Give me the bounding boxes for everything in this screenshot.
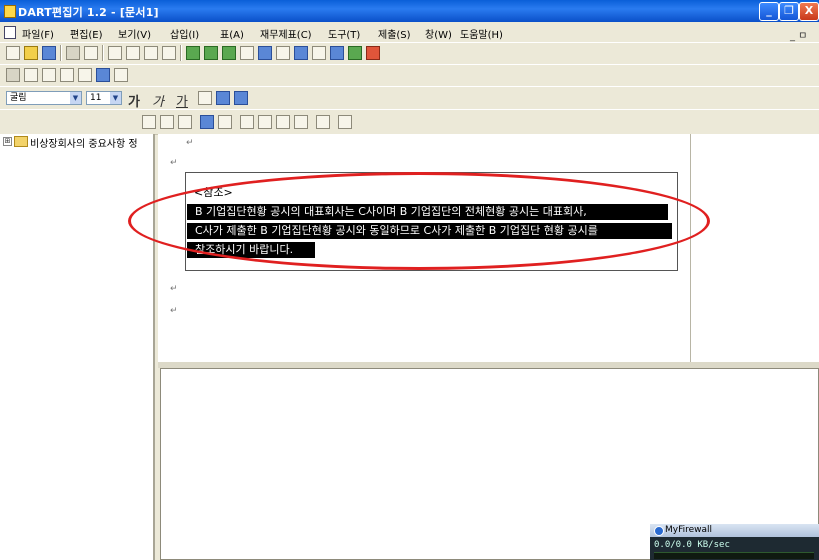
firewall-widget[interactable]: MyFirewall 0.0/0.0 KB/sec (650, 524, 819, 560)
restore-button[interactable]: ❐ (779, 2, 799, 21)
firewall-speed: 0.0/0.0 KB/sec (654, 540, 730, 550)
align-left-icon[interactable] (240, 115, 254, 129)
frame-icon[interactable] (204, 46, 218, 60)
color-icon[interactable] (198, 91, 212, 105)
menu-submit[interactable]: 제출(S) (378, 26, 411, 41)
minimize-button[interactable]: _ (759, 2, 779, 21)
border-icon[interactable] (316, 115, 330, 129)
align-center-icon[interactable] (258, 115, 272, 129)
toolbar-separator (60, 45, 62, 61)
font-select[interactable]: 굴림 ▼ (6, 91, 82, 105)
standard-toolbar (0, 42, 819, 65)
merge-cells-icon[interactable] (200, 115, 214, 129)
italic-button[interactable]: 가 (152, 91, 164, 110)
list-indent-icon[interactable] (216, 91, 230, 105)
delete-column-icon[interactable] (178, 115, 192, 129)
toolbar-separator (102, 45, 104, 61)
layout-icon[interactable] (186, 46, 200, 60)
menu-tools[interactable]: 도구(T) (328, 26, 360, 41)
bracket-icon[interactable] (60, 68, 74, 82)
find-icon[interactable] (276, 46, 290, 60)
menu-file[interactable]: 파일(F) (22, 26, 54, 41)
draw-icon[interactable] (6, 68, 20, 82)
size-select[interactable]: 11 ▼ (86, 91, 122, 105)
undo-icon[interactable] (162, 46, 176, 60)
menu-insert[interactable]: 삽입(I) (170, 26, 199, 41)
table-split-icon[interactable] (142, 115, 156, 129)
globe-icon[interactable] (258, 46, 272, 60)
editor-margin (690, 134, 819, 362)
firewall-titlebar: MyFirewall (650, 524, 819, 537)
tree-item-root[interactable]: 비상장회사의 중요사항 정 (30, 135, 138, 150)
chevron-down-icon: ▼ (110, 92, 121, 104)
split-cells-icon[interactable] (218, 115, 232, 129)
image-icon[interactable] (240, 46, 254, 60)
new-icon[interactable] (6, 46, 20, 60)
toolbar-separator (180, 45, 182, 61)
menu-edit[interactable]: 편집(E) (70, 26, 103, 41)
paste-icon[interactable] (144, 46, 158, 60)
insert-column-icon[interactable] (160, 115, 174, 129)
document-tree: ⊞ 비상장회사의 중요사항 정 (0, 134, 155, 560)
font-value: 굴림 (10, 93, 27, 103)
app-icon (4, 5, 16, 18)
menu-window[interactable]: 창(W) (425, 26, 452, 41)
table-toolbar (0, 109, 819, 135)
report-icon[interactable] (330, 46, 344, 60)
window-title: DART편집기 1.2 - [문서1] (18, 6, 159, 19)
traffic-graph (654, 552, 814, 559)
table-icon[interactable] (96, 68, 110, 82)
size-value: 11 (90, 93, 102, 103)
cut-icon[interactable] (108, 46, 122, 60)
sum-icon[interactable] (338, 115, 352, 129)
firewall-icon (654, 526, 664, 536)
align-right-icon[interactable] (276, 115, 290, 129)
folder-icon (14, 136, 28, 147)
edit-toolbar (0, 64, 819, 87)
form-icon[interactable] (222, 46, 236, 60)
grid-icon[interactable] (312, 46, 326, 60)
menu-financial[interactable]: 재무제표(C) (260, 26, 312, 41)
print-icon[interactable] (66, 46, 80, 60)
expand-icon[interactable]: ⊞ (3, 137, 12, 146)
copy-icon[interactable] (126, 46, 140, 60)
paragraph-mark: ↵ (170, 158, 178, 168)
underline-button[interactable]: 가 (176, 91, 188, 110)
verify-icon[interactable] (348, 46, 362, 60)
search-icon[interactable] (114, 68, 128, 82)
menu-help[interactable]: 도움말(H) (460, 26, 503, 41)
menu-view[interactable]: 보기(V) (118, 26, 151, 41)
menu-table[interactable]: 표(A) (220, 26, 244, 41)
menu-bar: 파일(F) 편집(E) 보기(V) 삽입(I) 표(A) 재무제표(C) 도구(… (0, 22, 819, 42)
list-outdent-icon[interactable] (234, 91, 248, 105)
indent-icon[interactable] (24, 68, 38, 82)
submit-icon[interactable] (366, 46, 380, 60)
bold-button[interactable]: 가 (128, 91, 140, 110)
document-icon[interactable] (4, 26, 16, 39)
firewall-title: MyFirewall (665, 525, 713, 535)
cell-format-icon[interactable] (294, 115, 308, 129)
zoom-icon[interactable] (294, 46, 308, 60)
save-icon[interactable] (42, 46, 56, 60)
bracket-minus-icon[interactable] (78, 68, 92, 82)
preview-icon[interactable] (84, 46, 98, 60)
title-bar: DART편집기 1.2 - [문서1] _ ❐ X (0, 0, 819, 22)
chevron-down-icon: ▼ (70, 92, 81, 104)
close-button[interactable]: X (799, 2, 819, 21)
format-toolbar: 굴림 ▼ 11 ▼ 가 가 가 (0, 86, 819, 110)
mdi-controls[interactable]: _ ㅁ (790, 27, 807, 42)
outdent-icon[interactable] (42, 68, 56, 82)
paragraph-mark: ↵ (170, 284, 178, 294)
paragraph-mark: ↵ (170, 306, 178, 316)
paragraph-mark: ↵ (186, 138, 194, 148)
annotation-ellipse (128, 172, 710, 270)
open-icon[interactable] (24, 46, 38, 60)
